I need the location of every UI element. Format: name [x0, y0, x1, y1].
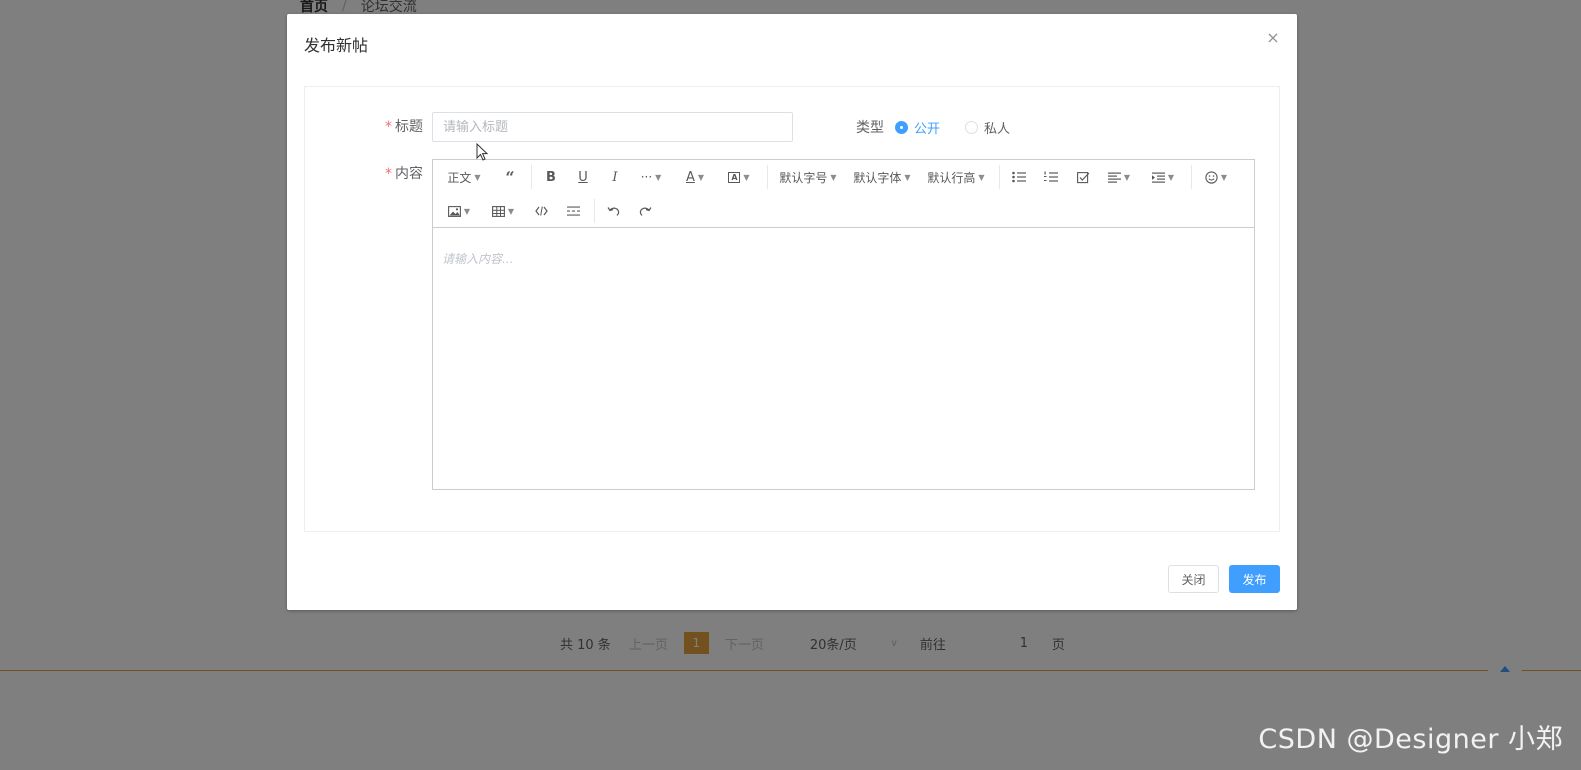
bulleted-list-button[interactable]: [1005, 160, 1033, 194]
required-mark: *: [385, 166, 392, 182]
paragraph-format-dropdown[interactable]: 正文 ▼: [441, 160, 487, 194]
radio-public-circle: [895, 121, 908, 134]
font-family-label: 默认字体: [853, 170, 902, 185]
title-label-text: 标题: [395, 119, 423, 135]
paragraph-format-label: 正文: [447, 170, 472, 185]
radio-public[interactable]: 公开: [895, 118, 940, 137]
editor-placeholder: 请输入内容...: [442, 252, 514, 266]
content-label-text: 内容: [395, 166, 423, 182]
radio-private[interactable]: 私人: [965, 118, 1010, 137]
title-label: * 标题: [375, 116, 423, 136]
undo-button[interactable]: [599, 194, 627, 228]
background-color-icon: A: [728, 171, 741, 183]
indent-icon: [1151, 172, 1165, 183]
mouse-cursor-icon: [476, 143, 488, 161]
line-height-label: 默认行高: [927, 170, 976, 185]
caret-down-icon: ▼: [830, 172, 837, 182]
close-icon[interactable]: ×: [1265, 30, 1281, 46]
quote-icon: “: [505, 167, 515, 187]
more-styles-dropdown[interactable]: ··· ▼: [635, 160, 667, 194]
redo-icon: [639, 206, 651, 216]
publish-post-dialog: 发布新帖 × *标题 类型 公开 私人 *内容 正文▼: [287, 14, 1297, 610]
italic-button[interactable]: I: [601, 160, 629, 194]
background-color-dropdown[interactable]: A ▼: [723, 160, 755, 194]
required-mark: *: [385, 119, 392, 135]
checkbox-icon: [1076, 171, 1089, 183]
undo-icon: [607, 206, 619, 216]
font-size-dropdown[interactable]: 默认字号 ▼: [775, 160, 841, 194]
caret-down-icon: ▼: [697, 172, 705, 182]
caret-down-icon: ▼: [978, 172, 985, 182]
caret-down-icon: ▼: [507, 206, 515, 216]
underline-button[interactable]: U: [569, 160, 597, 194]
numbered-list-icon: [1044, 171, 1058, 182]
font-color-dropdown[interactable]: A ▼: [679, 160, 711, 194]
font-color-icon: A: [685, 169, 695, 185]
caret-down-icon: ▼: [474, 172, 481, 182]
toolbar-row-2: ▼ ▼: [433, 194, 1254, 228]
align-left-icon: [1107, 172, 1121, 183]
dialog-title: 发布新帖: [304, 36, 369, 55]
underline-icon: U: [578, 169, 588, 185]
editor-toolbar: 正文 ▼ “ B U I ··· ▼ A ▼ A ▼ 默认字号 ▼ 默认字体 ▼…: [433, 160, 1254, 228]
caret-down-icon: ▼: [1123, 172, 1131, 182]
image-dropdown[interactable]: ▼: [441, 194, 477, 228]
code-icon: [534, 206, 548, 216]
redo-button[interactable]: [631, 194, 659, 228]
blockquote-button[interactable]: “: [495, 160, 525, 194]
close-button[interactable]: 关闭: [1168, 565, 1219, 593]
table-dropdown[interactable]: ▼: [485, 194, 521, 228]
caret-down-icon: ▼: [743, 172, 750, 182]
smiley-icon: [1205, 170, 1218, 184]
italic-icon: I: [612, 169, 618, 185]
post-form: *标题 类型 公开 私人 *内容 正文▼ “: [304, 86, 1280, 532]
type-label: 类型: [856, 120, 884, 136]
caret-down-icon: ▼: [1220, 172, 1228, 182]
caret-down-icon: ▼: [463, 206, 471, 216]
align-dropdown[interactable]: ▼: [1101, 160, 1137, 194]
toolbar-separator: [999, 165, 1000, 189]
title-input[interactable]: [432, 112, 793, 142]
line-height-dropdown[interactable]: 默认行高 ▼: [923, 160, 989, 194]
divider-button[interactable]: [559, 194, 587, 228]
watermark: CSDN @Designer 小郑: [1258, 724, 1563, 755]
font-family-dropdown[interactable]: 默认字体 ▼: [849, 160, 915, 194]
toolbar-separator: [531, 165, 532, 189]
caret-down-icon: ▼: [1167, 172, 1175, 182]
image-icon: [447, 205, 461, 217]
publish-button[interactable]: 发布: [1229, 565, 1280, 593]
table-icon: [491, 205, 505, 217]
todo-list-button[interactable]: [1069, 160, 1097, 194]
toolbar-row-1: 正文 ▼ “ B U I ··· ▼ A ▼ A ▼ 默认字号 ▼ 默认字体 ▼…: [433, 160, 1254, 194]
toolbar-separator: [767, 165, 768, 189]
radio-private-label: 私人: [984, 122, 1011, 137]
editor-content-area[interactable]: 请输入内容...: [433, 229, 1254, 489]
more-icon: ···: [640, 170, 653, 184]
radio-public-label: 公开: [914, 122, 941, 137]
radio-private-circle: [965, 121, 978, 134]
bulleted-list-icon: [1012, 171, 1026, 183]
font-size-label: 默认字号: [779, 170, 828, 185]
dialog-footer: 关闭 发布: [1168, 565, 1280, 593]
code-button[interactable]: [527, 194, 555, 228]
toolbar-separator: [594, 199, 595, 223]
bold-button[interactable]: B: [537, 160, 565, 194]
emoji-dropdown[interactable]: ▼: [1199, 160, 1233, 194]
rich-text-editor: 正文 ▼ “ B U I ··· ▼ A ▼ A ▼ 默认字号 ▼ 默认字体 ▼…: [432, 159, 1255, 490]
numbered-list-button[interactable]: [1037, 160, 1065, 194]
caret-down-icon: ▼: [655, 172, 662, 182]
toolbar-separator: [1191, 165, 1192, 189]
indent-dropdown[interactable]: ▼: [1145, 160, 1181, 194]
bold-icon: B: [546, 169, 556, 185]
caret-down-icon: ▼: [904, 172, 911, 182]
content-label: * 内容: [375, 163, 423, 183]
horizontal-rule-icon: [566, 206, 580, 216]
